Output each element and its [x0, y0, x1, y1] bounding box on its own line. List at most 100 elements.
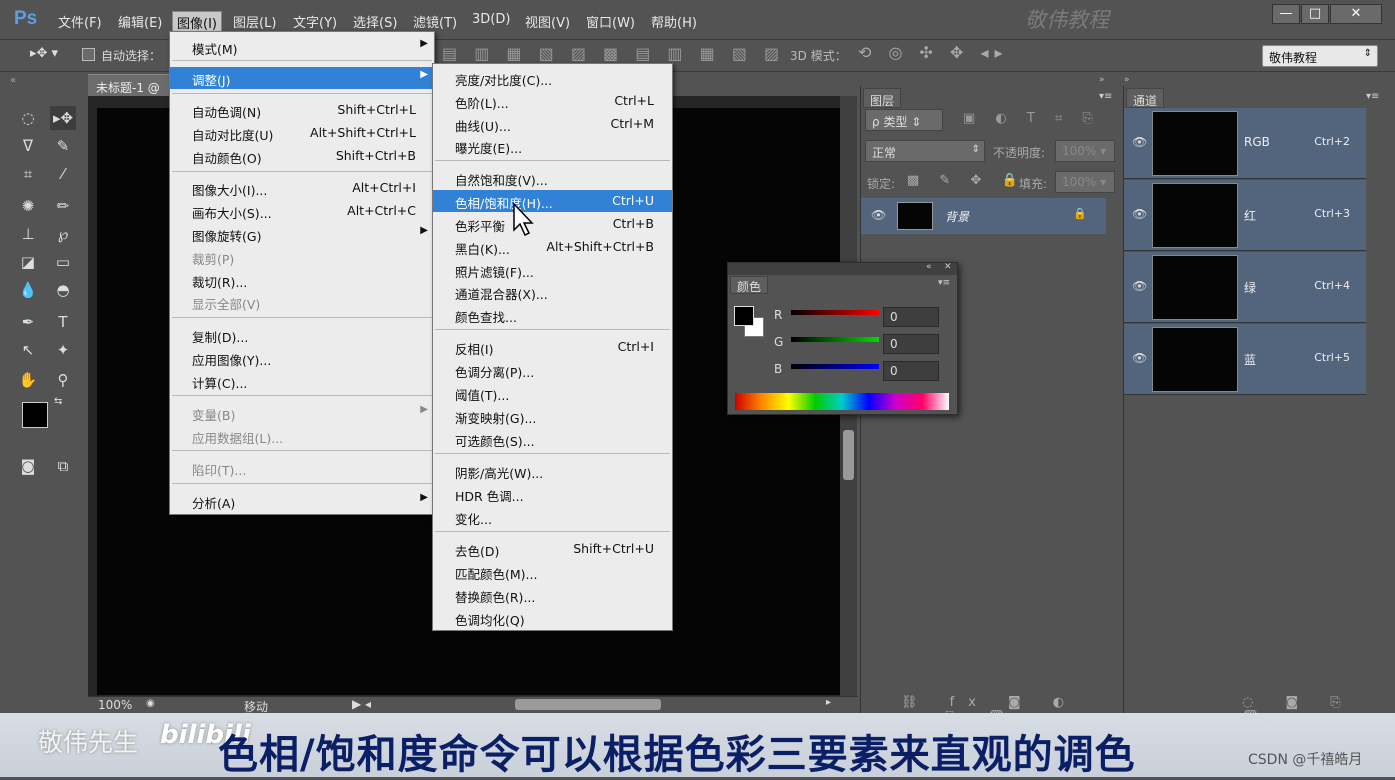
menu-select[interactable]: 选择(S)	[349, 11, 401, 32]
menu-item-vibrance[interactable]: 自然饱和度(V)...	[433, 167, 672, 189]
menu-item-shadows-highlights[interactable]: 阴影/高光(W)...	[433, 460, 672, 482]
menu-item-equalize[interactable]: 色调均化(Q)	[433, 607, 672, 629]
menu-item-apply-image[interactable]: 应用图像(Y)...	[170, 347, 434, 369]
menu-3d[interactable]: 3D(D)	[468, 11, 514, 28]
menu-item-trim[interactable]: 裁切(R)...	[170, 269, 434, 291]
menu-item-hdr-toning[interactable]: HDR 色调...	[433, 483, 672, 505]
tab-layers[interactable]: 图层	[863, 88, 902, 108]
menu-item-channel-mixer[interactable]: 通道混合器(X)...	[433, 281, 672, 303]
layer-row[interactable]: 👁 背景 🔒	[861, 198, 1106, 234]
red-value[interactable]: 0	[883, 307, 939, 327]
stamp-tool-icon[interactable]: ⊥	[15, 222, 41, 246]
menu-edit[interactable]: 编辑(E)	[114, 11, 166, 32]
menu-item-adjustments[interactable]: 调整(J) ▶	[170, 67, 434, 89]
menu-type[interactable]: 文字(Y)	[289, 11, 341, 32]
crop-tool-icon[interactable]: ⌗	[15, 162, 41, 186]
opacity-input[interactable]: 100% ▾	[1055, 140, 1115, 162]
lasso-tool-icon[interactable]: ᐁ	[15, 134, 41, 158]
zoom-level[interactable]: 100%	[98, 698, 132, 712]
collapse-icon[interactable]: «	[10, 75, 16, 86]
layer-filter-select[interactable]: ρ 类型 ⇕	[865, 109, 943, 131]
dodge-tool-icon[interactable]: ◓	[50, 278, 76, 302]
menu-item-levels[interactable]: 色阶(L)... Ctrl+L	[433, 90, 672, 112]
menu-item-analysis[interactable]: 分析(A) ▶	[170, 490, 434, 512]
menu-item-gradient-map[interactable]: 渐变映射(G)...	[433, 405, 672, 427]
menu-item-auto-color[interactable]: 自动颜色(O) Shift+Ctrl+B	[170, 145, 434, 167]
fill-input[interactable]: 100% ▾	[1055, 171, 1115, 193]
menu-item-variations[interactable]: 变化...	[433, 506, 672, 528]
gradient-tool-icon[interactable]: ▭	[50, 250, 76, 274]
maximize-button[interactable]: □	[1301, 4, 1329, 24]
move-tool-icon[interactable]: ▸✥ ▾	[30, 46, 58, 61]
history-brush-icon[interactable]: ℘	[50, 222, 76, 246]
eye-icon[interactable]: 👁	[1132, 279, 1147, 293]
eraser-tool-icon[interactable]: ◪	[15, 250, 41, 274]
align-icons[interactable]: ▤ ▥ ▦ ▧ ▨ ▩ ▤ ▥ ▦ ▧ ▨	[442, 44, 785, 63]
status-info-icon[interactable]: ◉	[146, 698, 155, 709]
menu-item-threshold[interactable]: 阈值(T)...	[433, 382, 672, 404]
green-slider[interactable]	[791, 337, 879, 342]
collapse-icon[interactable]: »	[1124, 75, 1130, 85]
foreground-color-swatch[interactable]	[22, 402, 48, 428]
panel-menu-icon[interactable]: ▾≡	[1366, 91, 1379, 102]
menu-item-mode[interactable]: 模式(M) ▶	[170, 36, 434, 58]
red-slider[interactable]	[791, 310, 879, 315]
menu-view[interactable]: 视图(V)	[521, 11, 574, 32]
menu-item-trap[interactable]: 陷印(T)...	[170, 457, 434, 479]
brush-tool-icon[interactable]: ✏	[50, 194, 76, 218]
menu-item-calculations[interactable]: 计算(C)...	[170, 370, 434, 392]
filter-icons[interactable]: ▣ ◐ T ⌗ ⎘	[963, 111, 1101, 126]
menu-item-hue-saturation[interactable]: 色相/饱和度(H)... Ctrl+U	[433, 190, 672, 212]
marquee-tool-icon[interactable]: ◌	[15, 106, 41, 130]
quick-mask-icon[interactable]: ◙	[15, 454, 41, 478]
close-button[interactable]: ✕	[1330, 4, 1382, 24]
blue-slider[interactable]	[791, 364, 879, 369]
panel-menu-icon[interactable]: ▾≡	[938, 278, 950, 288]
menu-item-reveal-all[interactable]: 显示全部(V)	[170, 291, 434, 313]
scroll-right-icon[interactable]: ▸	[826, 697, 831, 708]
status-arrow-icon[interactable]: ▶ ◂	[352, 697, 371, 711]
menu-item-curves[interactable]: 曲线(U)... Ctrl+M	[433, 113, 672, 135]
tab-channels[interactable]: 通道	[1126, 88, 1165, 108]
foreground-color-swatch[interactable]	[734, 306, 754, 326]
menu-item-apply-data-set[interactable]: 应用数据组(L)...	[170, 425, 434, 447]
menu-item-brightness-contrast[interactable]: 亮度/对比度(C)...	[433, 67, 672, 89]
menu-window[interactable]: 窗口(W)	[582, 11, 639, 32]
shape-tool-icon[interactable]: ✦	[50, 338, 76, 362]
menu-item-variables[interactable]: 变量(B) ▶	[170, 402, 434, 424]
menu-item-color-balance[interactable]: 色彩平衡 Ctrl+B	[433, 213, 672, 235]
menu-item-image-size[interactable]: 图像大小(I)... Alt+Ctrl+I	[170, 177, 434, 199]
screen-mode-icon[interactable]: ⧉	[50, 454, 76, 478]
collapse-icon[interactable]: »	[1099, 75, 1105, 85]
menu-item-selective-color[interactable]: 可选颜色(S)...	[433, 428, 672, 450]
workspace-select[interactable]: 敬伟教程 ⇕	[1262, 45, 1378, 67]
pen-tool-icon[interactable]: ✒	[15, 310, 41, 334]
minimize-button[interactable]: —	[1272, 4, 1300, 24]
menu-item-invert[interactable]: 反相(I) Ctrl+I	[433, 336, 672, 358]
close-icon[interactable]: ✕	[944, 262, 952, 272]
channel-row-green[interactable]: 👁 绿 Ctrl+4	[1124, 252, 1366, 323]
3d-mode-icons[interactable]: ⟲ ◎ ✣ ✥ ◂▸	[858, 43, 1009, 62]
menu-filter[interactable]: 滤镜(T)	[409, 11, 461, 32]
menu-item-replace-color[interactable]: 替换颜色(R)...	[433, 584, 672, 606]
green-value[interactable]: 0	[883, 334, 939, 354]
move-tool-button[interactable]: ▸✥	[50, 106, 76, 130]
type-tool-icon[interactable]: T	[50, 310, 76, 334]
menu-item-exposure[interactable]: 曝光度(E)...	[433, 135, 672, 157]
zoom-tool-icon[interactable]: ⚲	[50, 368, 76, 392]
menu-file[interactable]: 文件(F)	[54, 11, 106, 32]
blend-mode-select[interactable]: 正常 ⇕	[865, 140, 985, 162]
menu-item-photo-filter[interactable]: 照片滤镜(F)...	[433, 259, 672, 281]
menu-item-canvas-size[interactable]: 画布大小(S)... Alt+Ctrl+C	[170, 200, 434, 222]
healing-tool-icon[interactable]: ✺	[15, 194, 41, 218]
eye-icon[interactable]: 👁	[871, 208, 886, 222]
eyedropper-tool-icon[interactable]: ⁄	[50, 162, 76, 186]
collapse-icon[interactable]: «	[926, 262, 932, 272]
swap-colors-icon[interactable]: ⇆	[54, 396, 62, 407]
color-spectrum[interactable]	[735, 393, 949, 410]
blur-tool-icon[interactable]: 💧	[15, 278, 41, 302]
quick-select-tool-icon[interactable]: ✎	[50, 134, 76, 158]
path-select-tool-icon[interactable]: ↖	[15, 338, 41, 362]
menu-item-auto-tone[interactable]: 自动色调(N) Shift+Ctrl+L	[170, 99, 434, 121]
eye-icon[interactable]: 👁	[1132, 207, 1147, 221]
